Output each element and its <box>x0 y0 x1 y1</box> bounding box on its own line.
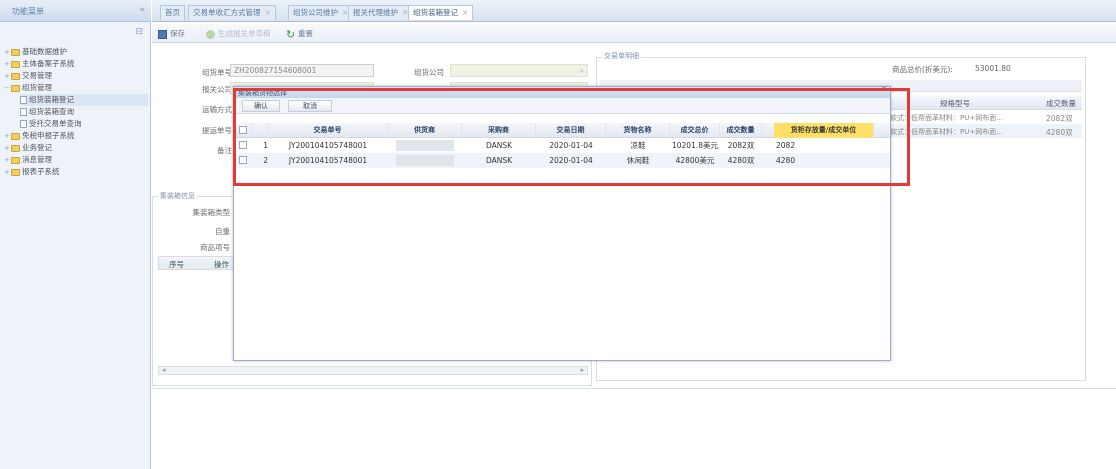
save-button[interactable]: 保存 <box>158 26 185 41</box>
reset-button[interactable]: ↻ 重置 <box>286 26 313 41</box>
sidebar-item-entity-record[interactable]: + 主体备案子系统 <box>4 58 75 70</box>
dialog-close-icon[interactable]: × <box>880 84 1112 94</box>
sidebar-item-basic-data[interactable]: + 基础数据维护 <box>4 46 67 58</box>
page-icon <box>20 120 27 128</box>
page-icon <box>20 96 27 104</box>
customs-label: 报关公司 <box>202 85 232 94</box>
scroll-right-icon[interactable]: ▸ <box>580 366 584 374</box>
total-price-label: 商品总价(折美元): <box>892 65 953 74</box>
search-icon[interactable]: ⌕ <box>580 65 584 76</box>
order-no-input[interactable]: ZH200827154608001 <box>230 64 374 77</box>
sidebar-item-label: 免税申报子系统 <box>22 131 75 140</box>
save-icon <box>158 29 167 39</box>
tab-home[interactable]: 首页 <box>160 5 185 20</box>
bottom-divider <box>152 388 1116 389</box>
expand-icon[interactable]: + <box>4 58 11 70</box>
sidebar-item-container-registration[interactable]: 组货装箱登记 <box>20 94 148 106</box>
generate-label: 生成报关单草稿 <box>218 29 271 38</box>
folder-icon <box>11 60 20 68</box>
container-section-legend: 集装箱信息 <box>158 191 197 201</box>
col-header-qty: 成交数量 <box>1046 99 1076 108</box>
expand-icon[interactable]: + <box>4 142 11 154</box>
spec-cell: 款式：低帮面革材料：PU+网布面... <box>890 128 1003 136</box>
sidebar-item-reports[interactable]: + 报表子系统 <box>4 166 60 178</box>
sidebar-item-label: 基础数据维护 <box>22 47 67 56</box>
scroll-left-icon[interactable]: ◂ <box>162 366 166 374</box>
sidebar-item-consolidation-management[interactable]: − 组货管理 <box>4 82 52 94</box>
sidebar-item-label: 交易管理 <box>22 71 52 80</box>
qty-cell: 2082双 <box>1046 114 1073 123</box>
tab-close-icon[interactable]: × <box>265 8 271 17</box>
trade-detail-legend: 交易单明细 <box>602 51 641 61</box>
container-type-label: 集装箱类型 <box>192 208 231 217</box>
sidebar-item-label: 主体备案子系统 <box>22 59 75 68</box>
tab-label: 组货公司维护 <box>293 8 338 17</box>
sidebar-item-business-registration[interactable]: + 业务登记 <box>4 142 52 154</box>
order-no-label: 组货单号 <box>202 68 232 77</box>
folder-icon <box>11 144 20 152</box>
sidebar-item-container-query[interactable]: 组货装箱查询 <box>20 106 74 118</box>
sidebar-item-entrusted-order-query[interactable]: 受托交易单查询 <box>20 118 82 130</box>
sidebar-item-label: 组货装箱登记 <box>29 95 74 104</box>
tab-label: 组货装箱登记 <box>413 8 458 17</box>
expand-icon[interactable]: + <box>4 70 11 82</box>
toolbar: 保存 生成报关单草稿 ↻ 重置 <box>152 24 1116 43</box>
generate-draft-button[interactable]: 生成报关单草稿 <box>206 26 271 41</box>
expand-icon[interactable]: + <box>4 46 11 58</box>
sidebar-item-trade-management[interactable]: + 交易管理 <box>4 70 52 82</box>
folder-icon <box>11 156 20 164</box>
folder-icon <box>11 132 20 140</box>
folder-icon <box>11 168 20 176</box>
horizontal-scrollbar[interactable]: ◂ ▸ <box>158 366 588 375</box>
collapse-icon[interactable]: − <box>4 82 11 94</box>
tab-label: 交易单收汇方式管理 <box>193 8 261 17</box>
tab-container-registration[interactable]: 组货装箱登记 × <box>408 5 474 20</box>
total-price-value: 53001.80 <box>975 64 1011 73</box>
expand-icon[interactable]: + <box>4 130 11 142</box>
expand-icon[interactable]: + <box>4 154 11 166</box>
tab-strip: 首页 交易单收汇方式管理 × 组货公司维护 × 报关代理维护 × 组货装箱登记 × <box>152 0 1116 22</box>
save-label: 保存 <box>170 29 185 38</box>
company-label: 组货公司 <box>414 68 444 77</box>
collapse-sidebar-icon[interactable]: « <box>139 5 145 15</box>
folder-icon <box>11 72 20 80</box>
transport-label: 运输方式 <box>202 105 232 114</box>
refresh-icon: ↻ <box>286 27 296 41</box>
spec-cell: 款式：低帮面革材料：PU+网布面... <box>890 114 1003 122</box>
folder-icon <box>11 48 20 56</box>
sidebar-item-tax-exempt-declaration[interactable]: + 免税申报子系统 <box>4 130 75 142</box>
reset-label: 重置 <box>298 29 313 38</box>
collapse-all-icon[interactable]: ⊟ <box>135 27 143 37</box>
expand-icon[interactable]: + <box>4 166 11 178</box>
company-input[interactable]: ⌕ <box>450 64 588 77</box>
remark-label: 备注 <box>217 146 232 155</box>
qty-cell: 4280双 <box>1046 128 1073 137</box>
col-header-op: 操作 <box>214 260 229 269</box>
tab-label: 首页 <box>165 8 180 17</box>
tab-close-icon[interactable]: × <box>462 8 468 17</box>
sidebar-item-label: 组货装箱查询 <box>29 107 74 116</box>
sidebar-item-label: 受托交易单查询 <box>29 119 82 128</box>
tab-label: 报关代理维护 <box>353 8 398 17</box>
folder-open-icon <box>11 84 20 92</box>
sidebar-item-label: 消息管理 <box>22 155 52 164</box>
items-label: 商品项号 <box>200 243 230 252</box>
tab-consolidation-company[interactable]: 组货公司维护 × <box>288 5 354 20</box>
tab-payment-method[interactable]: 交易单收汇方式管理 × <box>188 5 276 20</box>
sidebar-item-label: 组货管理 <box>22 83 52 92</box>
sidebar-title: 功能菜单 <box>12 7 44 16</box>
highlight-box <box>233 88 910 186</box>
col-header-spec: 规格型号 <box>940 99 970 108</box>
sidebar-subbar: ⊟ <box>0 26 151 40</box>
weight-label: 自重 <box>215 227 230 236</box>
generate-icon <box>206 29 215 39</box>
bill-label: 提运单号 <box>202 126 232 135</box>
col-header-no: 序号 <box>169 260 184 269</box>
sidebar-item-label: 业务登记 <box>22 143 52 152</box>
sidebar-item-label: 报表子系统 <box>22 167 60 176</box>
sidebar-item-message-management[interactable]: + 消息管理 <box>4 154 52 166</box>
sidebar-header: 功能菜单 « <box>0 0 151 22</box>
page-icon <box>20 108 27 116</box>
tab-customs-agent[interactable]: 报关代理维护 × <box>348 5 414 20</box>
